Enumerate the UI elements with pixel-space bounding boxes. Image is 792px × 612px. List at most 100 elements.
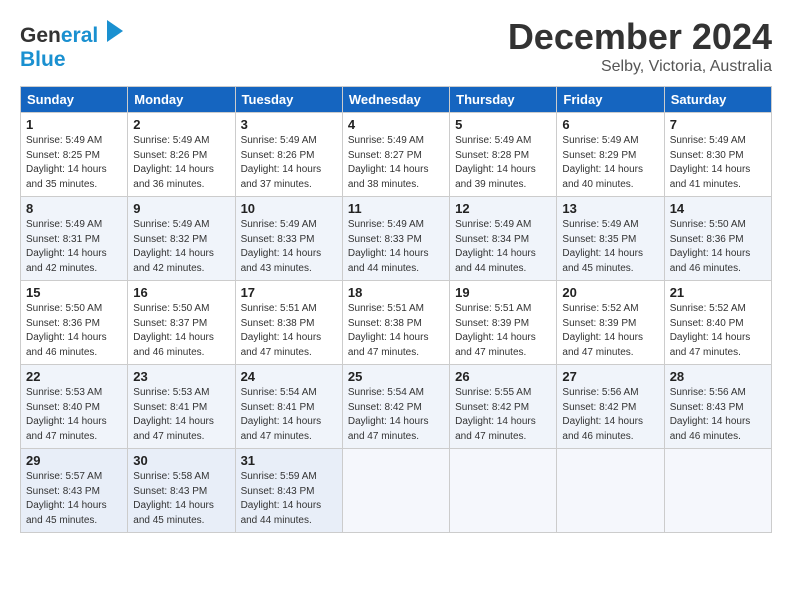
daylight-text-cont: and 39 minutes. bbox=[455, 178, 551, 193]
daylight-text-cont: and 47 minutes. bbox=[348, 430, 444, 445]
sunset-text: Sunset: 8:35 PM bbox=[562, 233, 658, 248]
daylight-text: Daylight: 14 hours bbox=[26, 499, 122, 514]
sunset-text: Sunset: 8:42 PM bbox=[562, 401, 658, 416]
sunrise-text: Sunrise: 5:52 AM bbox=[670, 302, 766, 317]
sunset-text: Sunset: 8:26 PM bbox=[241, 149, 337, 164]
day-number: 15 bbox=[26, 285, 122, 300]
daylight-text-cont: and 45 minutes. bbox=[133, 514, 229, 529]
calendar-title: December 2024 bbox=[508, 16, 772, 58]
daylight-text: Daylight: 14 hours bbox=[348, 415, 444, 430]
sunrise-text: Sunrise: 5:49 AM bbox=[133, 134, 229, 149]
calendar-cell: 1Sunrise: 5:49 AMSunset: 8:25 PMDaylight… bbox=[21, 113, 128, 197]
day-info: Sunrise: 5:49 AMSunset: 8:26 PMDaylight:… bbox=[133, 134, 229, 192]
day-info: Sunrise: 5:49 AMSunset: 8:32 PMDaylight:… bbox=[133, 218, 229, 276]
sunset-text: Sunset: 8:26 PM bbox=[133, 149, 229, 164]
sunset-text: Sunset: 8:42 PM bbox=[348, 401, 444, 416]
day-number: 4 bbox=[348, 117, 444, 132]
day-number: 28 bbox=[670, 369, 766, 384]
daylight-text-cont: and 47 minutes. bbox=[455, 346, 551, 361]
daylight-text-cont: and 47 minutes. bbox=[241, 346, 337, 361]
day-info: Sunrise: 5:55 AMSunset: 8:42 PMDaylight:… bbox=[455, 386, 551, 444]
sunset-text: Sunset: 8:43 PM bbox=[133, 485, 229, 500]
daylight-text: Daylight: 14 hours bbox=[241, 163, 337, 178]
sunset-text: Sunset: 8:38 PM bbox=[348, 317, 444, 332]
day-number: 14 bbox=[670, 201, 766, 216]
daylight-text: Daylight: 14 hours bbox=[562, 163, 658, 178]
daylight-text-cont: and 35 minutes. bbox=[26, 178, 122, 193]
day-info: Sunrise: 5:49 AMSunset: 8:28 PMDaylight:… bbox=[455, 134, 551, 192]
daylight-text-cont: and 42 minutes. bbox=[26, 262, 122, 277]
daylight-text: Daylight: 14 hours bbox=[26, 247, 122, 262]
daylight-text: Daylight: 14 hours bbox=[26, 331, 122, 346]
day-info: Sunrise: 5:56 AMSunset: 8:42 PMDaylight:… bbox=[562, 386, 658, 444]
day-number: 18 bbox=[348, 285, 444, 300]
calendar-cell: 5Sunrise: 5:49 AMSunset: 8:28 PMDaylight… bbox=[450, 113, 557, 197]
day-info: Sunrise: 5:49 AMSunset: 8:33 PMDaylight:… bbox=[241, 218, 337, 276]
daylight-text: Daylight: 14 hours bbox=[241, 415, 337, 430]
daylight-text: Daylight: 14 hours bbox=[670, 331, 766, 346]
day-number: 8 bbox=[26, 201, 122, 216]
day-info: Sunrise: 5:53 AMSunset: 8:41 PMDaylight:… bbox=[133, 386, 229, 444]
day-info: Sunrise: 5:51 AMSunset: 8:39 PMDaylight:… bbox=[455, 302, 551, 360]
day-number: 6 bbox=[562, 117, 658, 132]
sunset-text: Sunset: 8:41 PM bbox=[241, 401, 337, 416]
daylight-text: Daylight: 14 hours bbox=[241, 499, 337, 514]
daylight-text-cont: and 46 minutes. bbox=[26, 346, 122, 361]
daylight-text-cont: and 40 minutes. bbox=[562, 178, 658, 193]
day-number: 26 bbox=[455, 369, 551, 384]
day-info: Sunrise: 5:49 AMSunset: 8:29 PMDaylight:… bbox=[562, 134, 658, 192]
sunset-text: Sunset: 8:25 PM bbox=[26, 149, 122, 164]
day-info: Sunrise: 5:50 AMSunset: 8:36 PMDaylight:… bbox=[670, 218, 766, 276]
sunrise-text: Sunrise: 5:49 AM bbox=[562, 134, 658, 149]
day-number: 23 bbox=[133, 369, 229, 384]
calendar-cell: 24Sunrise: 5:54 AMSunset: 8:41 PMDayligh… bbox=[235, 365, 342, 449]
day-info: Sunrise: 5:54 AMSunset: 8:41 PMDaylight:… bbox=[241, 386, 337, 444]
col-thursday: Thursday bbox=[450, 87, 557, 113]
daylight-text-cont: and 44 minutes. bbox=[348, 262, 444, 277]
sunrise-text: Sunrise: 5:49 AM bbox=[562, 218, 658, 233]
calendar-cell: 3Sunrise: 5:49 AMSunset: 8:26 PMDaylight… bbox=[235, 113, 342, 197]
calendar-cell: 8Sunrise: 5:49 AMSunset: 8:31 PMDaylight… bbox=[21, 197, 128, 281]
sunrise-text: Sunrise: 5:58 AM bbox=[133, 470, 229, 485]
sunrise-text: Sunrise: 5:54 AM bbox=[348, 386, 444, 401]
sunrise-text: Sunrise: 5:49 AM bbox=[133, 218, 229, 233]
day-info: Sunrise: 5:49 AMSunset: 8:26 PMDaylight:… bbox=[241, 134, 337, 192]
day-number: 30 bbox=[133, 453, 229, 468]
sunrise-text: Sunrise: 5:49 AM bbox=[241, 134, 337, 149]
daylight-text-cont: and 46 minutes. bbox=[133, 346, 229, 361]
calendar-cell bbox=[450, 449, 557, 533]
daylight-text-cont: and 47 minutes. bbox=[670, 346, 766, 361]
calendar-cell: 30 Sunrise: 5:58 AMSunset: 8:43 PMDayligh… bbox=[128, 449, 235, 533]
daylight-text-cont: and 38 minutes. bbox=[348, 178, 444, 193]
sunrise-text: Sunrise: 5:59 AM bbox=[241, 470, 337, 485]
calendar-cell: 19Sunrise: 5:51 AMSunset: 8:39 PMDayligh… bbox=[450, 281, 557, 365]
sunset-text: Sunset: 8:43 PM bbox=[26, 485, 122, 500]
day-info: Sunrise: 5:51 AMSunset: 8:38 PMDaylight:… bbox=[348, 302, 444, 360]
sunrise-text: Sunrise: 5:51 AM bbox=[348, 302, 444, 317]
day-number: 1 bbox=[26, 117, 122, 132]
day-info: Sunrise: 5:50 AMSunset: 8:37 PMDaylight:… bbox=[133, 302, 229, 360]
sunrise-text: Sunrise: 5:56 AM bbox=[670, 386, 766, 401]
daylight-text: Daylight: 14 hours bbox=[670, 415, 766, 430]
col-monday: Monday bbox=[128, 87, 235, 113]
calendar-cell: 18 Sunrise: 5:51 AMSunset: 8:38 PMDayligh… bbox=[342, 281, 449, 365]
sunrise-text: Sunrise: 5:53 AM bbox=[133, 386, 229, 401]
calendar-cell: 20Sunrise: 5:52 AMSunset: 8:39 PMDayligh… bbox=[557, 281, 664, 365]
day-info: Sunrise: 5:51 AMSunset: 8:38 PMDaylight:… bbox=[241, 302, 337, 360]
day-info: Sunrise: 5:49 AMSunset: 8:35 PMDaylight:… bbox=[562, 218, 658, 276]
sunset-text: Sunset: 8:31 PM bbox=[26, 233, 122, 248]
sunset-text: Sunset: 8:40 PM bbox=[26, 401, 122, 416]
sunrise-text: Sunrise: 5:49 AM bbox=[348, 218, 444, 233]
calendar-cell: 26 Sunrise: 5:55 AMSunset: 8:42 PMDayligh… bbox=[450, 365, 557, 449]
day-info: Sunrise: 5:58 AMSunset: 8:43 PMDaylight:… bbox=[133, 470, 229, 528]
calendar-cell: 13Sunrise: 5:49 AMSunset: 8:35 PMDayligh… bbox=[557, 197, 664, 281]
calendar-cell: 7Sunrise: 5:49 AMSunset: 8:30 PMDaylight… bbox=[664, 113, 771, 197]
day-number: 25 bbox=[348, 369, 444, 384]
col-wednesday: Wednesday bbox=[342, 87, 449, 113]
daylight-text: Daylight: 14 hours bbox=[562, 331, 658, 346]
daylight-text-cont: and 47 minutes. bbox=[348, 346, 444, 361]
sunrise-text: Sunrise: 5:49 AM bbox=[348, 134, 444, 149]
sunrise-text: Sunrise: 5:55 AM bbox=[455, 386, 551, 401]
daylight-text: Daylight: 14 hours bbox=[241, 331, 337, 346]
sunrise-text: Sunrise: 5:56 AM bbox=[562, 386, 658, 401]
